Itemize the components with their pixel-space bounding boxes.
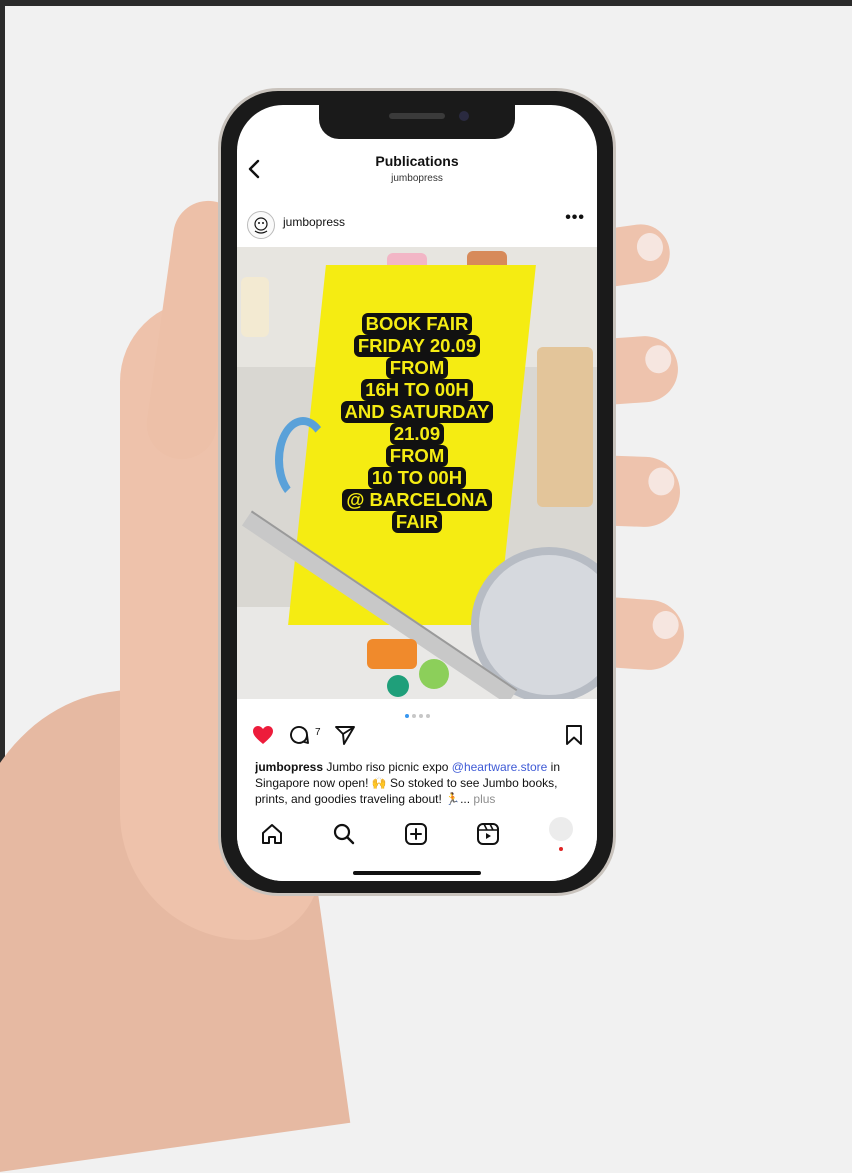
flyer-line: @ BARCELONA [342, 489, 492, 511]
flyer-line: 10 TO 00H [367, 467, 467, 489]
post-image[interactable]: BOOK FAIR FRIDAY 20.09 FROM 16H TO 00H AND S… [237, 247, 597, 699]
flyer-line: FROM [385, 445, 449, 467]
post-username[interactable]: jumbopress [283, 215, 345, 229]
post-caption: jumbopress Jumbo riso picnic expo @heart… [255, 759, 581, 809]
caption-mention[interactable]: @heartware.store [452, 760, 548, 774]
notch [319, 105, 515, 139]
flyer-line: FRIDAY 20.09 [353, 335, 481, 357]
reels-icon[interactable] [475, 821, 501, 847]
front-camera [459, 111, 469, 121]
carousel-dot [411, 714, 416, 718]
caption-text: Jumbo riso picnic expo [326, 760, 449, 774]
flyer-line: 16H TO 00H [361, 379, 473, 401]
action-bar: 7 [237, 719, 597, 751]
flyer-line: FAIR [391, 511, 443, 533]
bookmark-icon[interactable] [563, 723, 585, 752]
post-header: jumbopress ••• [237, 205, 597, 241]
flyer-line: 21.09 [389, 423, 445, 445]
home-icon[interactable] [259, 821, 285, 847]
heart-icon[interactable] [251, 723, 275, 752]
phone-screen: Publications jumbopress jumbopress ••• B [237, 105, 597, 881]
flyer-text: BOOK FAIR FRIDAY 20.09 FROM 16H TO 00H AND S… [237, 313, 597, 533]
profile-avatar[interactable] [549, 817, 573, 841]
carousel-dot [425, 714, 430, 718]
comment-icon[interactable] [287, 723, 311, 752]
window-top-edge [0, 0, 852, 6]
caption-more-link[interactable]: plus [473, 792, 495, 806]
flyer-line: AND SATURDAY [340, 401, 494, 423]
search-icon[interactable] [331, 821, 357, 847]
carousel-dot [404, 714, 409, 718]
caption-username[interactable]: jumbopress [255, 760, 323, 774]
sticker [419, 659, 449, 689]
flyer-line: FROM [385, 357, 449, 379]
phone: Publications jumbopress jumbopress ••• B [218, 88, 616, 896]
add-post-icon[interactable] [403, 821, 429, 847]
avatar[interactable] [247, 211, 275, 239]
carousel-dot [418, 714, 423, 718]
more-horizontal-icon[interactable]: ••• [565, 209, 585, 227]
top-nav: Publications jumbopress [237, 145, 597, 201]
sticker [367, 639, 417, 669]
flyer-line: BOOK FAIR [361, 313, 473, 335]
home-indicator [353, 871, 481, 875]
sticker [387, 675, 409, 697]
comment-count: 7 [315, 727, 321, 738]
notification-dot [559, 847, 563, 851]
page-subtitle: jumbopress [391, 173, 443, 184]
share-icon[interactable] [333, 723, 357, 752]
speaker [389, 113, 445, 119]
page-title: Publications [375, 153, 459, 169]
